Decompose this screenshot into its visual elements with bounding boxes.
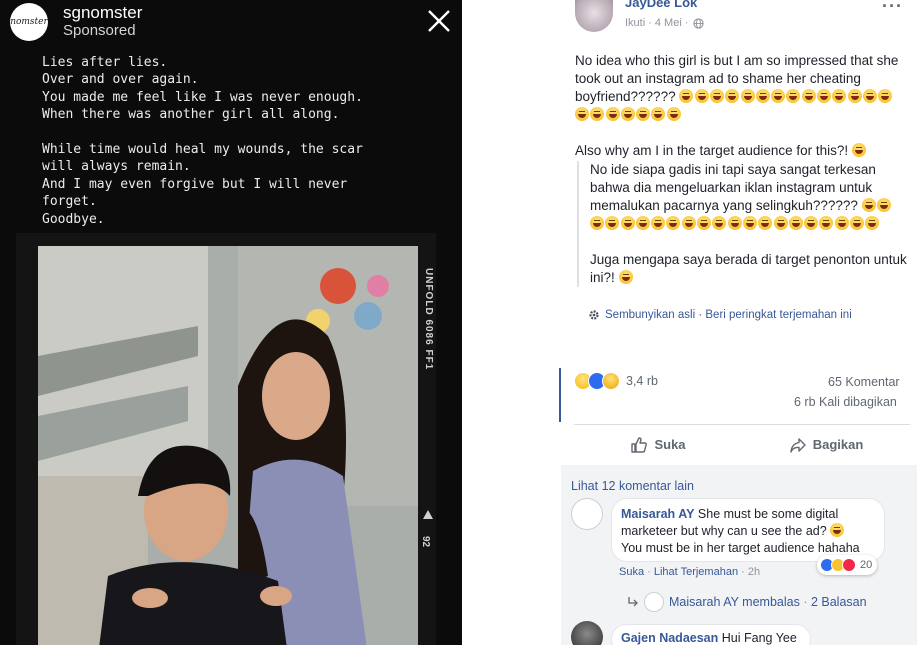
story-username[interactable]: sgnomster	[63, 4, 142, 22]
post-meta: Ikuti · 4 Mei ·	[625, 17, 705, 29]
commenter-name[interactable]: Maisarah AY	[621, 507, 694, 521]
couple-photo-illustration	[38, 246, 418, 645]
laughing-emoji	[830, 523, 845, 537]
share-button-label: Bagikan	[812, 437, 864, 452]
film-edge-text: UNFOLD 6086 FF1	[423, 268, 434, 371]
post-text-2: Also why am I in the target audience for…	[575, 142, 905, 160]
comment-actions: Suka · Lihat Terjemahan · 2h	[619, 566, 760, 578]
meta-separator: ·	[684, 17, 689, 29]
follow-link[interactable]: Ikuti	[625, 17, 645, 29]
post-action-bar: Suka Bagikan	[574, 424, 910, 464]
comment-like-link[interactable]: Suka	[619, 566, 644, 578]
reply-count[interactable]: 2 Balasan	[811, 595, 867, 609]
love-reaction-icon	[842, 558, 856, 572]
translation-block: No ide siapa gadis ini tapi saya sangat …	[577, 161, 907, 287]
replies-summary[interactable]: Maisarah AY membalas · 2 Balasan	[627, 592, 867, 612]
comment-reactions[interactable]: 20	[817, 555, 878, 575]
rate-translation-link[interactable]: Beri peringkat terjemahan ini	[705, 309, 851, 321]
more-options-icon[interactable]: ···	[882, 0, 903, 17]
translation-text-2-content: Juga mengapa saya berada di target penon…	[590, 252, 907, 285]
comment-time[interactable]: 2h	[748, 566, 760, 578]
film-frame-number: 92	[420, 536, 431, 548]
comment-bubble: Maisarah AY She must be some digital mar…	[611, 498, 885, 562]
close-icon[interactable]	[424, 6, 454, 36]
view-more-comments-link[interactable]: Lihat 12 komentar lain	[571, 479, 694, 493]
translation-text-1-content: No ide siapa gadis ini tapi saya sangat …	[590, 162, 876, 213]
share-icon	[790, 437, 806, 453]
commenter-avatar[interactable]	[571, 621, 603, 645]
like-button-label: Suka	[654, 437, 686, 452]
comment-reaction-count: 20	[860, 559, 873, 571]
meta-separator: ·	[648, 17, 652, 29]
story-header: nomster sgnomster Sponsored	[10, 2, 142, 42]
separator: ·	[741, 566, 748, 578]
comment-bubble: Gajen Nadaesan Hui Fang Yee	[611, 624, 811, 645]
story-avatar[interactable]: nomster	[10, 3, 48, 41]
translation-text-2: Juga mengapa saya berada di target penon…	[590, 251, 907, 287]
comments-count[interactable]: 65 Komentar	[828, 375, 900, 389]
post-body: No idea who this girl is but I am so imp…	[575, 52, 905, 160]
separator: ·	[799, 595, 811, 609]
share-button[interactable]: Bagikan	[742, 425, 910, 464]
reply-avatar	[644, 592, 664, 612]
hide-original-link[interactable]: Sembunyikan asli	[605, 309, 695, 321]
commenter-name[interactable]: Gajen Nadaesan	[621, 631, 718, 645]
nomster-logo: nomster	[10, 17, 48, 27]
gear-icon	[589, 310, 599, 320]
separator: ·	[647, 566, 654, 578]
reaction-summary[interactable]: 3,4 rb	[574, 372, 658, 390]
reaction-count[interactable]: 3,4 rb	[626, 374, 658, 388]
film-arrow-icon	[423, 510, 433, 519]
post-author[interactable]: JayDee Lok	[625, 0, 697, 10]
see-translation-link[interactable]: Lihat Terjemahan	[654, 566, 738, 578]
story-poem: Lies after lies. Over and over again. Yo…	[42, 55, 363, 227]
globe-icon	[693, 17, 705, 29]
sponsored-label: Sponsored	[63, 22, 136, 39]
post-text-2-content: Also why am I in the target audience for…	[575, 143, 849, 158]
reply-author[interactable]: Maisarah AY membalas	[669, 595, 800, 609]
post-text-1: No idea who this girl is but I am so imp…	[575, 52, 905, 124]
wow-reaction-icon	[602, 372, 620, 390]
like-icon	[631, 436, 648, 453]
like-button[interactable]: Suka	[574, 425, 742, 464]
couple-photo	[38, 246, 418, 645]
separator: ·	[695, 309, 706, 321]
post-date[interactable]: 4 Mei	[655, 17, 682, 29]
story-names: sgnomster Sponsored	[63, 4, 142, 40]
commenter-avatar[interactable]	[571, 498, 603, 530]
translation-text-1: No ide siapa gadis ini tapi saya sangat …	[590, 161, 907, 233]
reply-arrow-icon	[628, 597, 638, 607]
rofl-emoji	[618, 270, 633, 284]
post-left-accent	[559, 368, 561, 422]
comment-text-2: You must be in her target audience hahah…	[621, 541, 860, 555]
translation-actions: Sembunyikan asli · Beri peringkat terjem…	[588, 309, 852, 321]
shares-count[interactable]: 6 rb Kali dibagikan	[794, 395, 897, 409]
comment-text: Hui Fang Yee	[721, 631, 797, 645]
rofl-emoji	[851, 143, 866, 157]
